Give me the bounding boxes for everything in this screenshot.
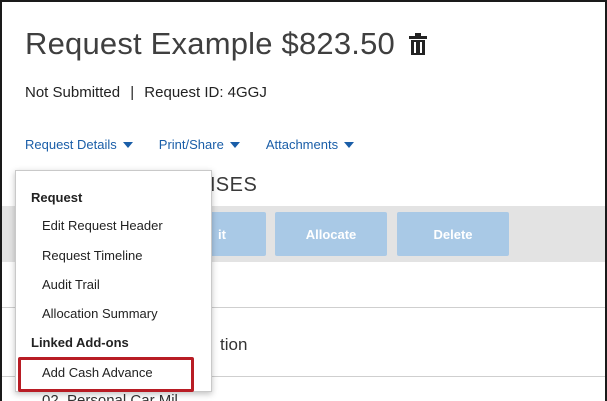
status-text: Not Submitted — [25, 84, 121, 101]
allocate-button[interactable]: Allocate — [275, 212, 387, 256]
highlight-box — [18, 357, 194, 392]
attachments-label: Attachments — [265, 137, 339, 152]
caret-down-icon — [344, 141, 355, 148]
request-menu-bar: Request Details Print/Share Attachments — [25, 137, 380, 152]
menu-item-audit-trail[interactable]: Audit Trail — [42, 277, 100, 292]
print-share-menu[interactable]: Print/Share — [159, 137, 240, 152]
caret-down-icon — [122, 141, 133, 148]
delete-button[interactable]: Delete — [397, 212, 509, 256]
print-share-label: Print/Share — [158, 137, 224, 152]
expense-row-label: 02. Personal Car Mil — [42, 392, 178, 401]
attachments-menu[interactable]: Attachments — [265, 137, 355, 152]
caret-down-icon — [229, 141, 240, 148]
expense-row-label: tion — [220, 335, 248, 354]
dropdown-group-linked-addons: Linked Add-ons — [31, 335, 129, 350]
menu-item-edit-request-header[interactable]: Edit Request Header — [42, 218, 163, 233]
app-frame: Request Example $823.50 Not Submitted | … — [0, 0, 607, 401]
title-row: Request Example $823.50 — [25, 26, 427, 62]
request-id: Request ID: 4GGJ — [144, 84, 267, 101]
request-details-menu[interactable]: Request Details — [25, 137, 133, 152]
status-line: Not Submitted | Request ID: 4GGJ — [25, 84, 267, 101]
dropdown-group-request: Request — [31, 190, 83, 205]
page-title: Request Example $823.50 — [25, 26, 395, 61]
status-separator: | — [130, 84, 135, 101]
menu-item-request-timeline[interactable]: Request Timeline — [42, 248, 142, 263]
menu-item-allocation-summary[interactable]: Allocation Summary — [42, 306, 158, 321]
trash-icon[interactable] — [408, 31, 427, 57]
request-details-label: Request Details — [25, 137, 117, 152]
